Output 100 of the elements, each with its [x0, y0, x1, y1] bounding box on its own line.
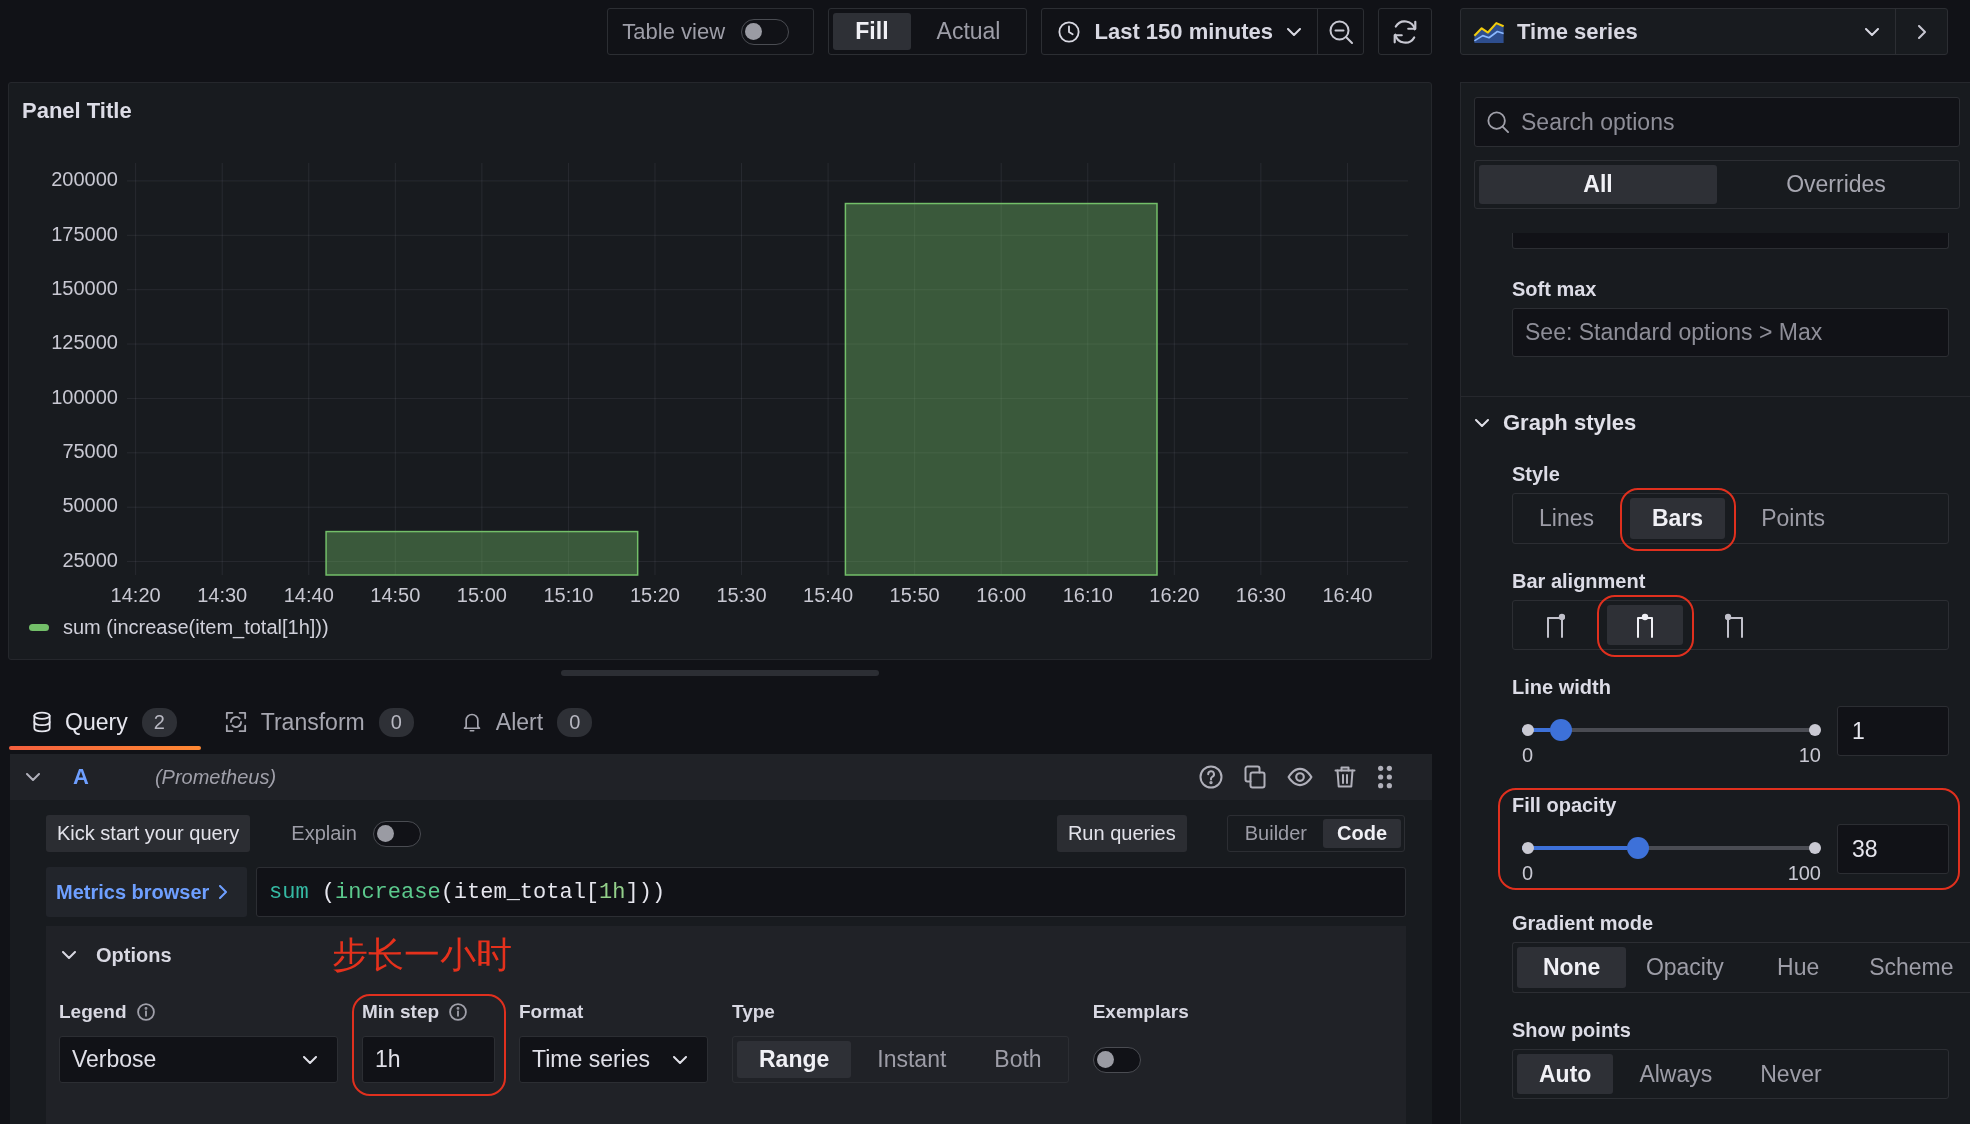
tab[interactable]: Alert 0 — [437, 694, 617, 750]
area-chart-icon — [1473, 19, 1505, 44]
datasource-name: (Prometheus) — [154, 765, 277, 789]
legend-select[interactable]: Verbose — [59, 1036, 338, 1083]
radio-option[interactable]: Range — [737, 1041, 852, 1078]
axis-label: 175000 — [51, 222, 118, 245]
slider-value-input[interactable]: 1 — [1837, 706, 1949, 756]
axis-label: 16:40 — [1322, 584, 1373, 607]
radio-option[interactable]: Never — [1738, 1054, 1844, 1094]
radio-option[interactable]: Auto — [1517, 1054, 1614, 1094]
caret-down-icon — [673, 1055, 687, 1064]
query-editor[interactable]: sum (increase(item_total[1h])) — [256, 867, 1406, 917]
radio-option[interactable]: Instant — [855, 1041, 969, 1078]
help-icon[interactable] — [1199, 765, 1223, 789]
radio-option[interactable]: Scheme — [1856, 947, 1966, 988]
axis-label: 15:50 — [889, 584, 940, 607]
toggle-switch[interactable] — [372, 820, 421, 847]
kick-start-button[interactable]: Kick start your query — [46, 815, 251, 852]
radio-option[interactable]: None — [1517, 947, 1627, 988]
table-view-control[interactable]: Table view — [607, 8, 815, 55]
trash-icon[interactable] — [1333, 765, 1357, 789]
radio-option[interactable] — [1607, 605, 1683, 645]
radio-option[interactable]: Points — [1739, 498, 1848, 539]
bar-alignment-icon — [1725, 612, 1745, 638]
radio-option[interactable]: Actual — [914, 13, 1023, 50]
query-ref-id[interactable]: A — [73, 764, 89, 790]
format-select[interactable]: Time series — [519, 1036, 708, 1083]
legend-label[interactable]: sum (increase(item_total[1h])) — [63, 616, 329, 639]
count-badge: 0 — [378, 707, 414, 737]
slider-max-label: 10 — [1798, 744, 1821, 768]
caret-down-icon — [303, 1055, 317, 1064]
radio-option[interactable]: Bars — [1630, 498, 1726, 539]
field-label: Line width — [1512, 675, 1612, 699]
search-field[interactable]: Search options — [1474, 97, 1960, 147]
axis-label: 25000 — [62, 548, 118, 571]
field-label: Min step — [362, 1001, 440, 1023]
axis-label: 16:30 — [1235, 584, 1286, 607]
zoom-out-icon — [1328, 19, 1353, 44]
field-label: Gradient mode — [1512, 911, 1655, 935]
tab[interactable]: All — [1479, 165, 1717, 204]
chevron-right-icon — [1917, 24, 1926, 39]
time-range-picker[interactable]: Last 150 minutes — [1042, 9, 1317, 54]
axis-label: 150000 — [51, 276, 118, 299]
copy-icon[interactable] — [1243, 765, 1267, 789]
radio-option[interactable]: Always — [1617, 1054, 1735, 1094]
metrics-browser-button[interactable]: Metrics browser — [46, 867, 247, 917]
field-label: Soft max — [1512, 277, 1598, 301]
axis-label: 16:00 — [976, 584, 1027, 607]
axis-label: 100000 — [51, 385, 118, 408]
axis-label: 15:30 — [716, 584, 767, 607]
slider-value-input[interactable]: 38 — [1837, 824, 1949, 874]
field-label: Fill opacity — [1512, 793, 1618, 817]
axis-label: 14:20 — [110, 584, 161, 607]
radio-option[interactable]: Lines — [1517, 498, 1616, 539]
axis-label: 14:40 — [283, 584, 334, 607]
radio-option[interactable]: Fill — [833, 13, 911, 50]
axis-label: 200000 — [51, 168, 118, 191]
slider-thumb[interactable] — [1627, 837, 1650, 859]
tab[interactable]: Overrides — [1717, 165, 1955, 204]
arrows-icon — [224, 711, 247, 733]
caret-down-icon — [1287, 27, 1301, 36]
slider-min-label: 0 — [1522, 744, 1534, 768]
drag-handle-icon[interactable] — [1377, 765, 1393, 789]
axis-label: 16:20 — [1149, 584, 1200, 607]
graph-styles-toggle[interactable]: Graph styles — [1461, 397, 1637, 449]
bell-icon — [461, 712, 482, 732]
bar-alignment-icon — [1545, 612, 1565, 638]
options-toggle[interactable]: Options — [62, 943, 172, 967]
field-label: Bar alignment — [1512, 569, 1647, 593]
toggle-switch[interactable] — [741, 18, 790, 45]
resize-handle[interactable] — [561, 670, 879, 676]
chevron-right-icon — [219, 885, 228, 899]
tab[interactable]: Query 2 — [9, 694, 201, 750]
toggle-switch[interactable] — [1092, 1046, 1141, 1073]
axis-label: 16:10 — [1062, 584, 1113, 607]
toggle-label: Table view — [622, 18, 726, 45]
tab[interactable]: Transform 0 — [200, 694, 438, 750]
refresh-icon — [1392, 18, 1418, 45]
slider-thumb[interactable] — [1549, 719, 1572, 741]
field-label: Style — [1512, 462, 1561, 486]
caret-down-icon — [1865, 27, 1879, 36]
axis-label: 14:50 — [370, 584, 421, 607]
axis-label: 14:30 — [197, 584, 248, 607]
slider-max-label: 100 — [1787, 862, 1821, 886]
axis-label: 50000 — [62, 494, 118, 517]
soft-max-input[interactable]: See: Standard options > Max — [1512, 308, 1949, 357]
radio-option[interactable]: Builder — [1230, 819, 1321, 848]
clock-icon — [1058, 20, 1081, 43]
database-icon — [33, 711, 51, 733]
axis-label: 15:00 — [456, 584, 507, 607]
min-step-input[interactable]: 1h — [362, 1036, 495, 1083]
refresh-button[interactable] — [1378, 8, 1432, 55]
field-label: Type — [732, 1001, 775, 1023]
input-field[interactable] — [1512, 233, 1949, 249]
run-queries-button[interactable]: Run queries — [1056, 815, 1187, 852]
radio-option[interactable]: Code — [1323, 819, 1401, 848]
radio-option[interactable]: Opacity — [1630, 947, 1740, 988]
radio-option[interactable]: Both — [972, 1041, 1064, 1078]
radio-option[interactable]: Hue — [1743, 947, 1853, 988]
annotation-text: 步长一小时 — [331, 933, 512, 977]
